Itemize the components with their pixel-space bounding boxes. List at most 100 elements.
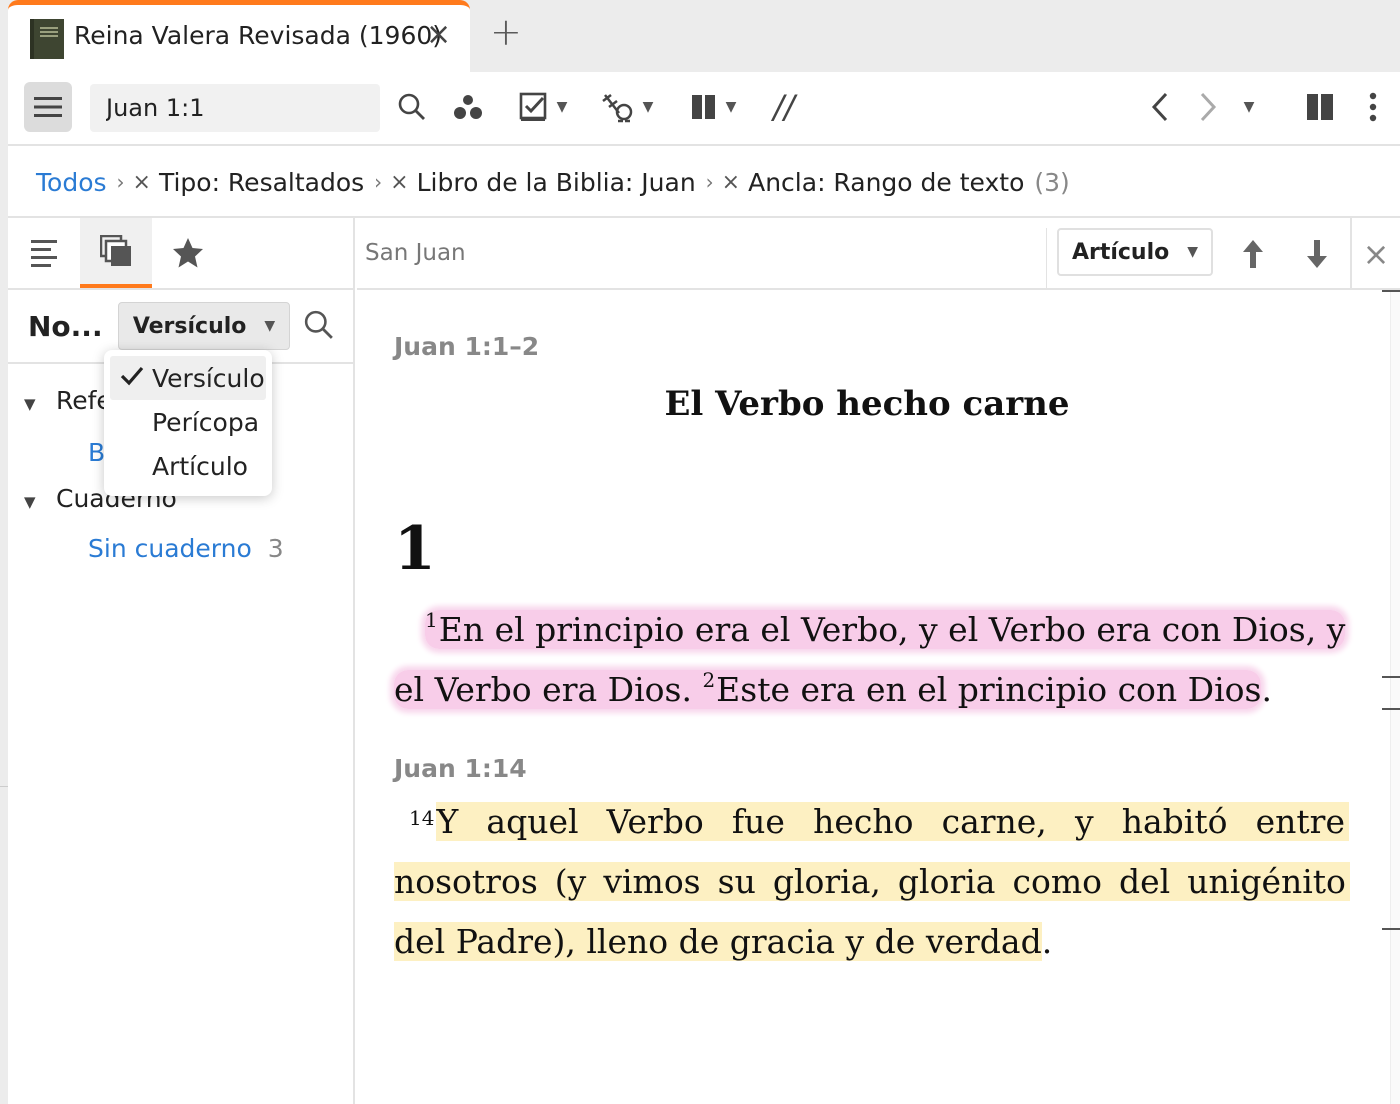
breadcrumb-filter-anchor[interactable]: Ancla: Rango de texto	[748, 168, 1024, 197]
verse-line[interactable]: 1En el principio era el Verbo, y el Verb…	[425, 608, 1346, 649]
add-tab-icon[interactable]: +	[490, 10, 522, 54]
dots-cluster-icon	[454, 95, 482, 119]
tab-strip: Reina Valera Revisada (1960) × +	[0, 0, 1400, 72]
chevron-down-icon: ▼	[264, 318, 276, 334]
document-tab[interactable]: Reina Valera Revisada (1960) ×	[8, 0, 470, 72]
notes-title: No...	[28, 310, 103, 343]
verse-word: entre	[1255, 802, 1345, 841]
verse-number: 14	[409, 806, 435, 830]
verse-line[interactable]: nosotros (y vimos su gloria, gloria como del uni…	[394, 862, 1350, 901]
tree-item-link[interactable]: Sin cuaderno	[88, 534, 252, 563]
previous-result-button[interactable]	[1233, 232, 1273, 276]
parallel-resources-button[interactable]: //	[764, 82, 804, 132]
divider	[0, 786, 8, 787]
back-button[interactable]	[1140, 82, 1180, 132]
verse-line[interactable]: del Padre), lleno de gracia y de verdad.	[394, 922, 1052, 961]
tree-item-count: 3	[267, 534, 284, 563]
remove-filter-icon[interactable]: ×	[722, 170, 740, 195]
left-tab-bar	[8, 218, 355, 290]
chevron-left-icon	[1151, 92, 1168, 122]
forward-button[interactable]	[1188, 82, 1228, 132]
interlinear-icon	[601, 94, 632, 123]
remove-filter-icon[interactable]: ×	[390, 170, 408, 195]
chevron-right-icon	[1200, 92, 1217, 122]
interlinear-menu-button[interactable]: ▼	[592, 82, 662, 132]
verse-word: gloria,	[772, 862, 881, 901]
tab-list-view[interactable]	[8, 218, 80, 288]
menu-item-articulo[interactable]: Artículo	[104, 444, 272, 488]
highlighted-text[interactable]: Yaquel Verbo fue hecho carne, y habitó entre	[436, 802, 1349, 841]
menu-item-versiculo[interactable]: Versículo	[110, 356, 266, 400]
tree-item[interactable]: Sin cuaderno 3	[88, 534, 284, 563]
passage-reference[interactable]: Juan 1:14	[394, 754, 527, 783]
panel-layout-button[interactable]	[1300, 82, 1340, 132]
more-vertical-icon	[1369, 92, 1377, 122]
highlight-menu-button[interactable]: ▼	[508, 82, 578, 132]
search-button[interactable]	[392, 82, 432, 132]
reading-header: San Juan Artículo ▼ ×	[357, 218, 1400, 290]
filter-breadcrumb: Todos › × Tipo: Resaltados › × Libro de …	[8, 148, 1400, 218]
menu-item-pericopa[interactable]: Perícopa	[104, 400, 272, 444]
chapter-number: 1	[394, 514, 436, 584]
highlighted-text[interactable]: nosotros (y vimos su gloria, gloria como del uni…	[394, 862, 1350, 901]
close-tab-icon[interactable]: ×	[426, 17, 451, 52]
tab-favorites[interactable]	[152, 218, 224, 288]
notes-search-button[interactable]	[304, 310, 334, 344]
group-by-menu: Versículo Perícopa Artículo	[104, 350, 272, 496]
main-panel: ▼ ▼ ▼ // ▼ Todos › × Tipo: Resaltad	[0, 72, 1400, 1104]
tab-title: Reina Valera Revisada (1960)	[74, 21, 443, 50]
more-options-button[interactable]	[1358, 82, 1388, 132]
view-mode-value: Artículo	[1071, 239, 1170, 265]
verse-word: hecho	[813, 802, 914, 841]
stacked-pages-icon	[100, 235, 131, 266]
verse-word: su	[717, 862, 756, 901]
menu-button[interactable]	[24, 82, 72, 132]
close-pane-button[interactable]: ×	[1350, 218, 1400, 290]
close-icon: ×	[1362, 235, 1390, 273]
group-by-dropdown[interactable]: Versículo ▼	[118, 302, 290, 350]
highlighted-text[interactable]: 1En el principio era el Verbo, y el Verb…	[425, 608, 1346, 649]
notes-pane: No... Versículo ▼ ▼ Refe B ▼ Cuaderno Sin …	[0, 218, 355, 1104]
chevron-down-icon: ▼	[642, 99, 654, 115]
scrollbar[interactable]	[1390, 290, 1400, 1104]
verse-word: gloria	[897, 862, 996, 901]
verse-word: del	[1119, 862, 1171, 901]
passage-reference[interactable]: Juan 1:1–2	[394, 332, 539, 361]
verse-word: Y	[436, 802, 459, 841]
search-icon	[304, 310, 333, 339]
highlighted-text[interactable]: el Verbo era Dios. 2Este era en el princ…	[394, 668, 1262, 709]
breadcrumb-todos-link[interactable]: Todos	[36, 168, 107, 197]
tree-item[interactable]: B	[88, 438, 105, 467]
history-menu-button[interactable]: ▼	[1234, 82, 1264, 132]
verse-word: nosotros	[394, 862, 538, 901]
group-by-value: Versículo	[132, 313, 247, 339]
toolbar: ▼ ▼ ▼ // ▼	[8, 72, 1400, 146]
expand-triangle-icon[interactable]: ▼	[24, 493, 56, 511]
verse-text: Este era en el principio con Dios	[716, 670, 1262, 709]
verse-line[interactable]: 14 Yaquel Verbo fue hecho carne, y habitó entre	[409, 802, 1349, 841]
tab-grouped-notes[interactable]	[80, 218, 152, 288]
verse-punctuation: .	[1041, 922, 1053, 961]
reference-input[interactable]	[90, 84, 380, 132]
layout-menu-button[interactable]: ▼	[678, 82, 748, 132]
view-mode-dropdown[interactable]: Artículo ▼	[1057, 228, 1213, 276]
verse-line[interactable]: el Verbo era Dios. 2Este era en el princ…	[394, 668, 1272, 709]
verse-punctuation: .	[1261, 670, 1272, 709]
expand-triangle-icon[interactable]: ▼	[24, 395, 56, 413]
breadcrumb-separator: ›	[374, 170, 383, 194]
tree-group-reference[interactable]: ▼ Refe	[24, 386, 112, 415]
breadcrumb-separator: ›	[116, 170, 125, 194]
verse-text: el Verbo era Dios.	[394, 670, 692, 709]
arrow-up-icon	[1243, 240, 1263, 268]
remove-filter-icon[interactable]: ×	[133, 170, 151, 195]
verse-word: y	[1074, 802, 1094, 841]
breadcrumb-filter-book[interactable]: Libro de la Biblia: Juan	[417, 168, 696, 197]
scroll-marker	[1382, 708, 1400, 710]
next-result-button[interactable]	[1297, 232, 1337, 276]
verse-word: fue	[731, 802, 785, 841]
split-panel-icon	[1307, 94, 1333, 120]
breadcrumb-filter-type[interactable]: Tipo: Resaltados	[159, 168, 364, 197]
tree-item-link[interactable]: B	[88, 438, 105, 467]
visual-filter-button[interactable]	[448, 82, 488, 132]
highlighted-text[interactable]: del Padre), lleno de gracia y de verdad	[394, 922, 1042, 961]
